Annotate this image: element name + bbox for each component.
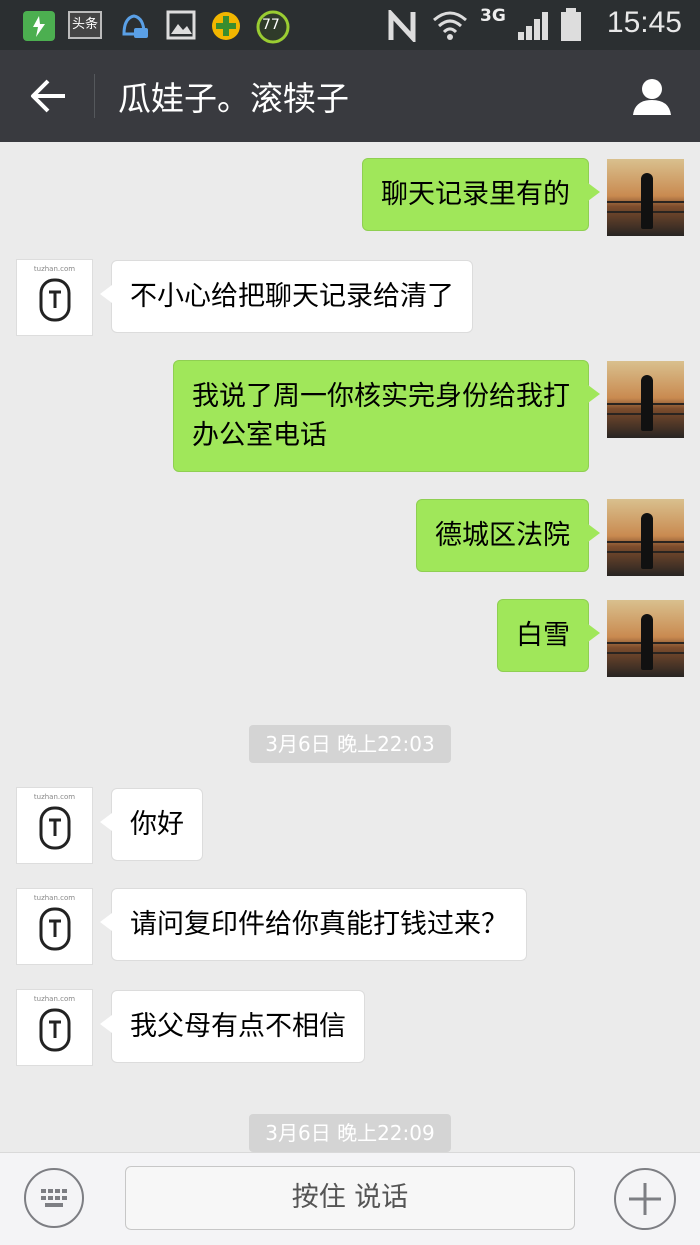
face-logo-icon (39, 907, 71, 951)
message-bubble-sent[interactable]: 德城区法院 (416, 499, 600, 572)
game-icon (212, 12, 240, 40)
my-avatar[interactable] (607, 361, 684, 438)
more-options-button[interactable] (614, 1168, 676, 1230)
message-bubble-sent[interactable]: 我说了周一你核实完身份给我打 办公室电话 (173, 360, 600, 472)
toutiao-app-icon: 头条 (68, 11, 102, 39)
input-bar: 按住 说话 (0, 1152, 700, 1245)
contact-avatar[interactable]: tuzhan.com (16, 259, 93, 336)
face-logo-icon (39, 806, 71, 850)
chat-header: 瓜娃子。滚犊子 (0, 50, 700, 142)
arrow-left-icon[interactable] (28, 78, 68, 114)
battery-charging-icon (23, 11, 55, 41)
message-timestamp: 3月6日 晚上22:03 (249, 725, 451, 763)
face-logo-icon (39, 1008, 71, 1052)
contact-avatar[interactable]: tuzhan.com (16, 787, 93, 864)
face-logo-icon (39, 278, 71, 322)
message-bubble-received[interactable]: 我父母有点不相信 (100, 990, 365, 1063)
avatar-figure (641, 375, 653, 431)
keyboard-icon (41, 1189, 67, 1207)
wifi-icon (433, 11, 467, 40)
hold-to-talk-button[interactable]: 按住 说话 (125, 1166, 575, 1230)
contact-avatar[interactable]: tuzhan.com (16, 989, 93, 1066)
message-bubble-received[interactable]: 你好 (100, 788, 203, 861)
message-bubble-sent[interactable]: 白雪 (497, 599, 600, 672)
avatar-figure (641, 173, 653, 229)
message-bubble-sent[interactable]: 聊天记录里有的 (362, 158, 600, 231)
keyboard-toggle-button[interactable] (24, 1168, 84, 1228)
chat-title: 瓜娃子。滚犊子 (118, 79, 349, 118)
header-divider (94, 74, 95, 118)
message-timestamp: 3月6日 晚上22:09 (249, 1114, 451, 1152)
my-avatar[interactable] (607, 499, 684, 576)
my-avatar[interactable] (607, 600, 684, 677)
nfc-icon (388, 10, 416, 42)
qq-notification-icon (122, 14, 148, 38)
plus-circle-icon (629, 1183, 661, 1215)
my-avatar[interactable] (607, 159, 684, 236)
avatar-figure (641, 513, 653, 569)
gallery-icon (166, 10, 196, 40)
person-icon[interactable] (632, 76, 672, 116)
status-bar: 头条 77 3G 15:45 (0, 0, 700, 50)
avatar-figure (641, 614, 653, 670)
contact-avatar[interactable]: tuzhan.com (16, 888, 93, 965)
signal-icon (518, 12, 548, 40)
battery-icon (561, 8, 581, 41)
status-time: 15:45 (606, 6, 682, 39)
message-bubble-received[interactable]: 不小心给把聊天记录给清了 (100, 260, 473, 333)
message-list[interactable]: 聊天记录里有的 tuzhan.com 不小心给把聊天记录给清了 我说了周一你核实… (0, 142, 700, 1152)
message-bubble-received[interactable]: 请问复印件给你真能打钱过来？ (100, 888, 527, 961)
